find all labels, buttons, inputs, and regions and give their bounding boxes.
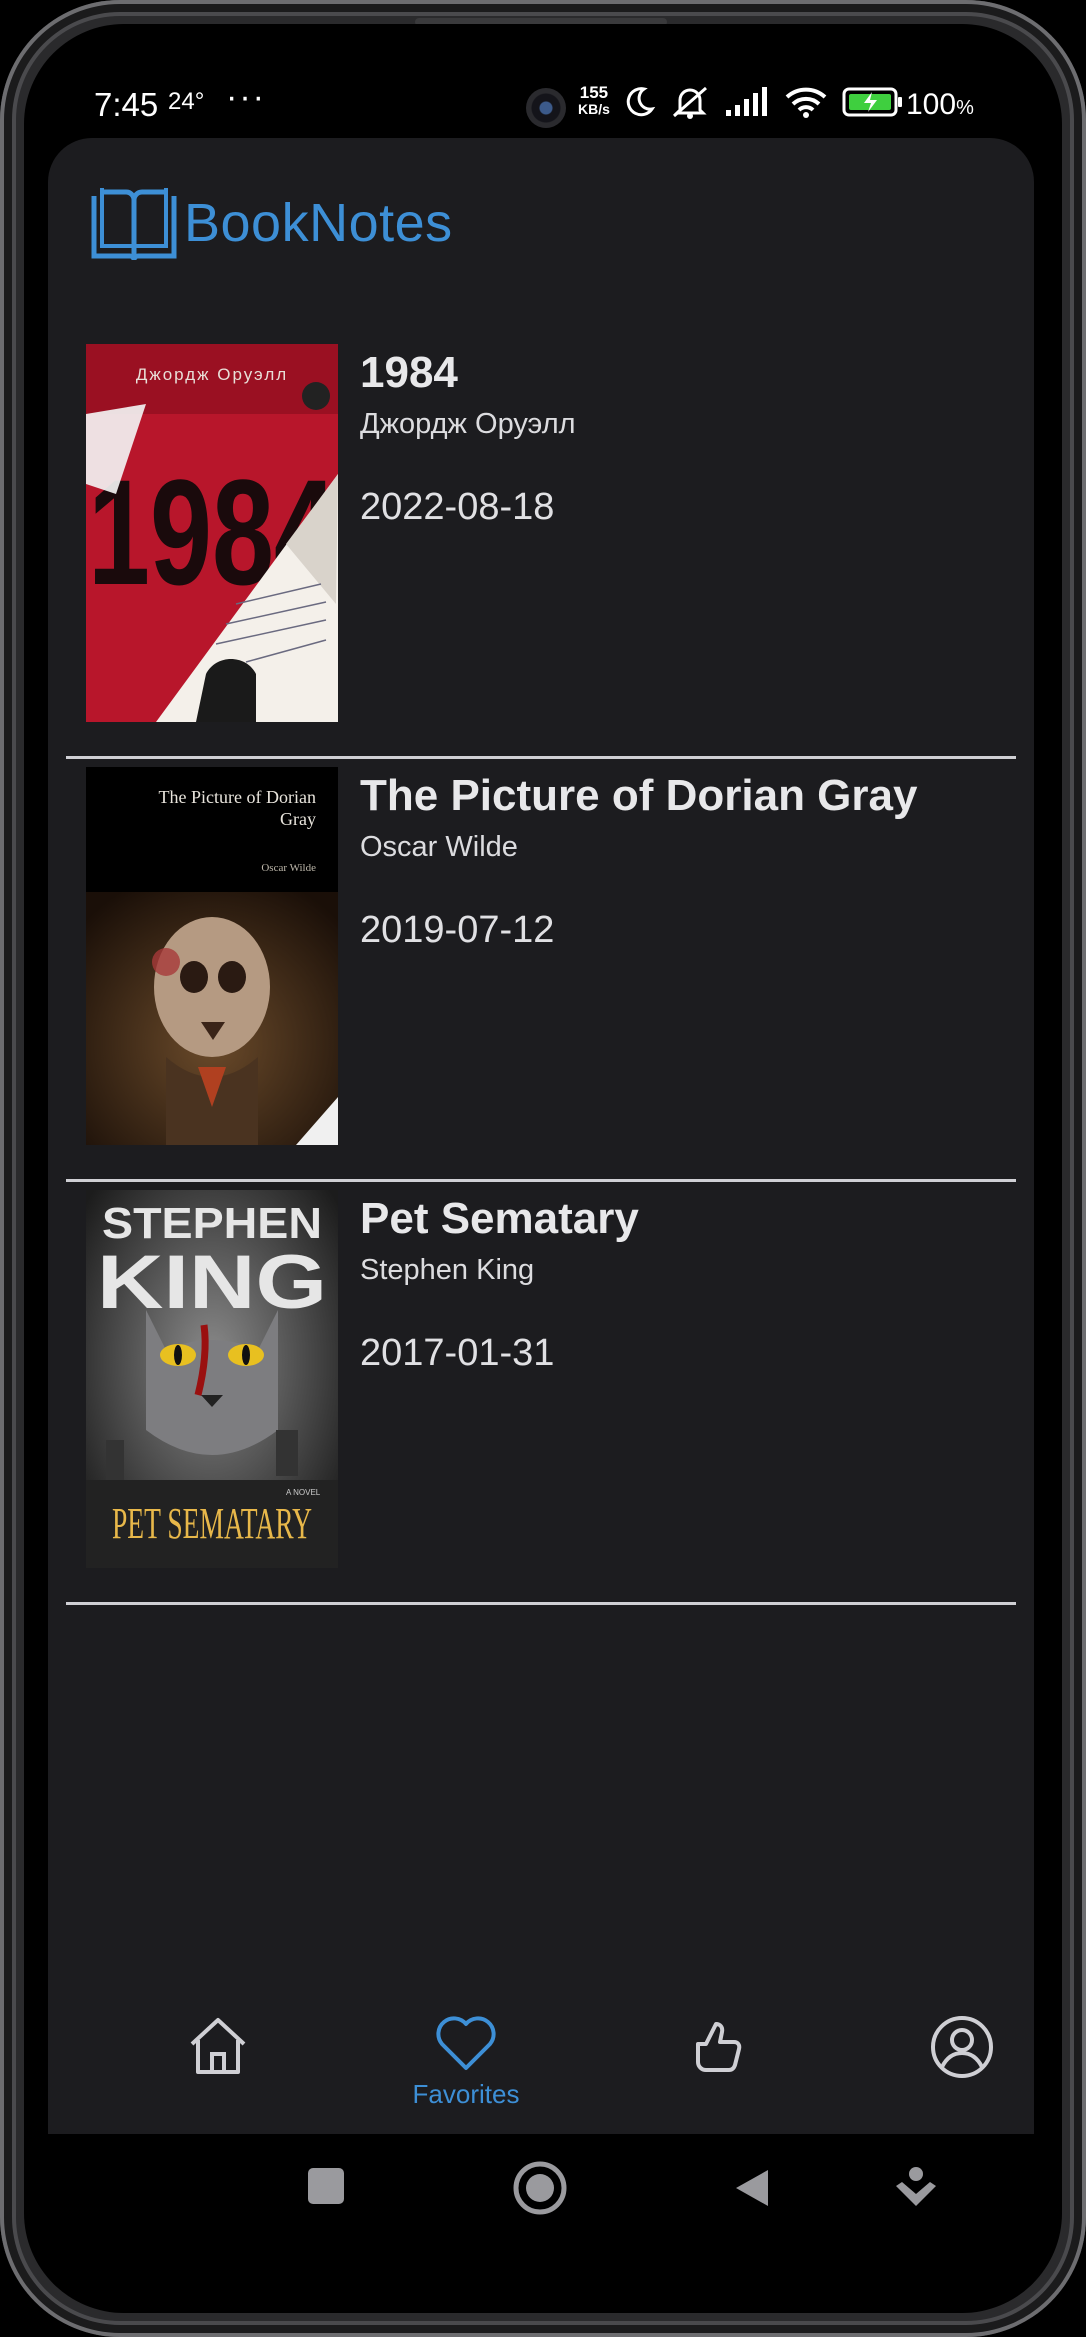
status-more-indicator: ··· [226, 78, 266, 116]
cover-author-line2: KING [97, 1240, 327, 1325]
book-title: Pet Sematary [360, 1194, 639, 1243]
status-icons [622, 82, 904, 122]
thumbs-up-icon [696, 2022, 742, 2072]
status-temperature: 24° [168, 88, 205, 115]
book-item[interactable]: Джордж Оруэлл 1984 1984 Джордж Оруэлл 20… [66, 336, 1016, 759]
book-title: 1984 [360, 348, 458, 397]
book-cover-1984: Джордж Оруэлл 1984 [86, 344, 338, 722]
home-button[interactable] [512, 2160, 568, 2221]
book-title: The Picture of Dorian Gray [360, 771, 918, 820]
circle-home-icon [513, 2161, 567, 2215]
book-list: Джордж Оруэлл 1984 1984 Джордж Оруэлл 20… [66, 336, 1016, 1605]
assistant-icon [896, 2167, 936, 2206]
recents-button[interactable] [306, 2166, 346, 2211]
nav-profile[interactable] [862, 2000, 1034, 2138]
book-cover-pet-sematary: STEPHEN KING PET SEMATARY A NOVEL [86, 1190, 338, 1568]
back-triangle-icon [736, 2170, 768, 2206]
book-author: Stephen King [360, 1254, 535, 1286]
network-speed-unit: KB/s [578, 101, 610, 117]
book-item[interactable]: STEPHEN KING PET SEMATARY A NOVEL Pet Se… [66, 1182, 1016, 1605]
square-icon [308, 2168, 344, 2204]
cover-title-text: PET SEMATARY [112, 1499, 312, 1548]
system-navigation-bar [48, 2134, 1038, 2250]
nav-favorites[interactable]: Favorites [366, 2000, 566, 2138]
wifi-icon [785, 87, 827, 118]
cover-title-line1: The Picture of Dorian [159, 787, 316, 807]
book-cover-dorian-gray: The Picture of Dorian Gray Oscar Wilde [86, 767, 338, 1145]
status-bar: 7:45 24° ··· 155 KB/s 100% [48, 58, 1038, 148]
battery-percent-value: 100 [906, 88, 957, 121]
open-book-icon [91, 188, 177, 261]
cover-author-text: Oscar Wilde [261, 862, 316, 874]
app-screen: BookNotes Джордж Оруэлл 1984 1984 Джордж… [48, 138, 1034, 2138]
book-date: 2019-07-12 [360, 909, 555, 951]
network-speed: 155 KB/s [578, 84, 610, 118]
battery-percent: 100% [906, 88, 974, 122]
battery-percent-unit: % [956, 97, 974, 119]
cover-title-line2: Gray [280, 809, 316, 829]
user-circle-icon [931, 2016, 993, 2078]
status-time: 7:45 [94, 86, 159, 123]
back-button[interactable] [732, 2166, 772, 2215]
cover-novel-text: A NOVEL [286, 1488, 321, 1497]
book-date: 2022-08-18 [360, 486, 555, 528]
signal-icon [726, 87, 767, 116]
book-item[interactable]: The Picture of Dorian Gray Oscar Wilde T… [66, 759, 1016, 1182]
app-title: BookNotes [184, 193, 453, 253]
nav-recommended[interactable] [614, 2000, 814, 2138]
heart-icon [436, 2016, 496, 2070]
home-icon [190, 2018, 246, 2074]
nav-home[interactable] [118, 2000, 318, 2138]
book-author: Oscar Wilde [360, 831, 518, 863]
assist-button[interactable] [892, 2166, 940, 2215]
book-author: Джордж Оруэлл [360, 408, 576, 440]
moon-icon [626, 87, 656, 117]
app-header: BookNotes [88, 182, 453, 264]
bottom-navigation: Favorites [48, 2000, 1034, 2138]
book-date: 2017-01-31 [360, 1332, 555, 1374]
nav-favorites-label: Favorites [412, 2079, 520, 2109]
network-speed-value: 155 [579, 83, 609, 102]
battery-charging-icon [842, 87, 902, 117]
cover-author-text: Джордж Оруэлл [136, 365, 288, 384]
mute-bell-icon [673, 86, 707, 119]
front-camera [526, 88, 566, 128]
